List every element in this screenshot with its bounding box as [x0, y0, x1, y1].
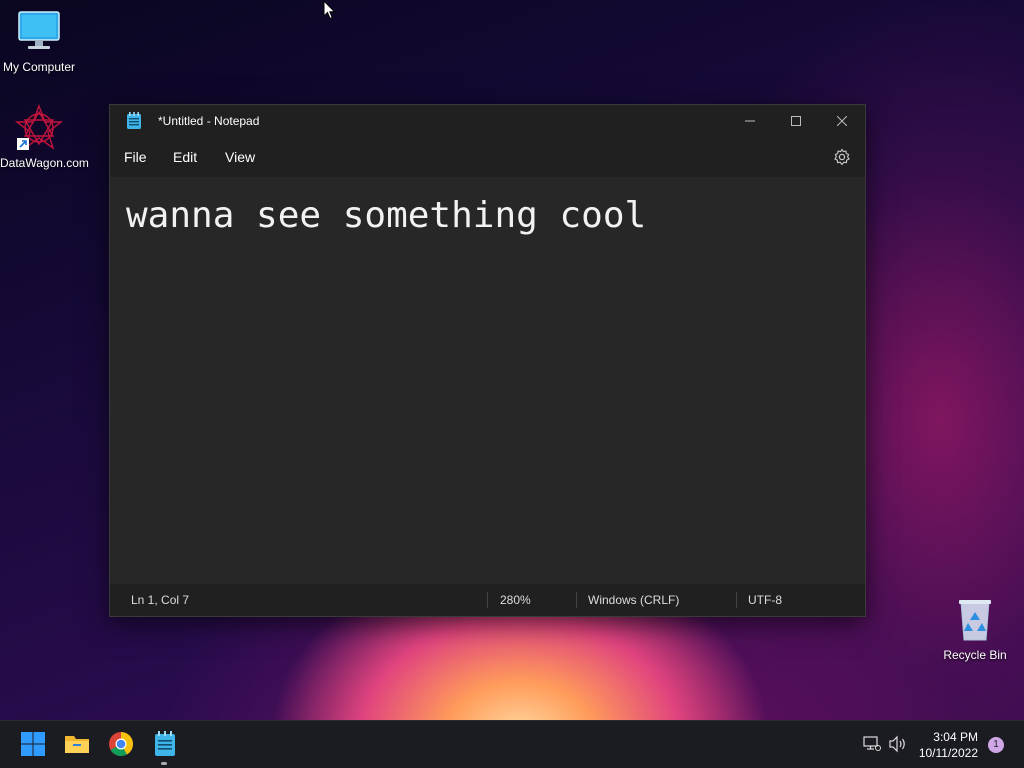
notepad-taskbar-icon[interactable]: [152, 731, 178, 757]
mouse-cursor-icon: [323, 0, 337, 20]
minimize-icon: [745, 120, 755, 122]
clock[interactable]: 3:04 PM 10/11/2022: [908, 729, 978, 761]
text-editor[interactable]: wanna see something cool: [110, 177, 865, 584]
windows-start-icon[interactable]: [20, 731, 46, 757]
maximize-icon: [791, 116, 801, 126]
maximize-button[interactable]: [773, 105, 819, 137]
desktop-icon-label: DataWagon.com: [0, 156, 89, 170]
status-divider: [487, 592, 488, 608]
desktop-icon-label: Recycle Bin: [943, 648, 1007, 662]
recycle-bin-icon: [951, 596, 999, 644]
status-zoom: 280%: [500, 593, 531, 607]
notification-badge[interactable]: 1: [988, 737, 1004, 753]
settings-gear-icon[interactable]: [833, 148, 851, 166]
network-icon[interactable]: [862, 735, 882, 768]
status-bar: Ln 1, Col 7 280% Windows (CRLF) UTF-8: [110, 584, 865, 616]
active-app-indicator: [161, 762, 167, 765]
close-icon: [837, 116, 847, 126]
menu-bar: File Edit View: [110, 137, 865, 177]
menu-file[interactable]: File: [124, 149, 147, 165]
notepad-icon: [126, 112, 142, 130]
status-cursor-position: Ln 1, Col 7: [131, 593, 190, 607]
status-divider: [576, 592, 577, 608]
clock-date: 10/11/2022: [918, 746, 978, 760]
menu-edit[interactable]: Edit: [173, 149, 197, 165]
status-divider: [736, 592, 737, 608]
minimize-button[interactable]: [727, 105, 773, 137]
desktop-icon-datawagon[interactable]: DataWagon.com: [0, 104, 89, 170]
status-encoding: UTF-8: [748, 593, 782, 607]
window-title: *Untitled - Notepad: [158, 114, 260, 128]
notepad-window: *Untitled - Notepad File Edit View wanna…: [109, 104, 866, 617]
chrome-icon[interactable]: [108, 731, 134, 757]
menu-view[interactable]: View: [225, 149, 255, 165]
clock-time: 3:04 PM: [933, 730, 978, 744]
desktop-icon-label: My Computer: [2, 60, 76, 74]
monitor-icon: [15, 8, 63, 56]
file-explorer-icon[interactable]: [64, 731, 90, 757]
close-button[interactable]: [819, 105, 865, 137]
status-line-ending: Windows (CRLF): [588, 593, 680, 607]
desktop-icon-recycle-bin[interactable]: Recycle Bin: [936, 596, 1014, 662]
title-bar[interactable]: *Untitled - Notepad: [110, 105, 865, 137]
desktop-icon-my-computer[interactable]: My Computer: [0, 8, 78, 74]
datawagon-logo-icon: [14, 104, 64, 152]
taskbar: 3:04 PM 10/11/2022 1: [0, 720, 1024, 768]
volume-icon[interactable]: [888, 735, 908, 768]
